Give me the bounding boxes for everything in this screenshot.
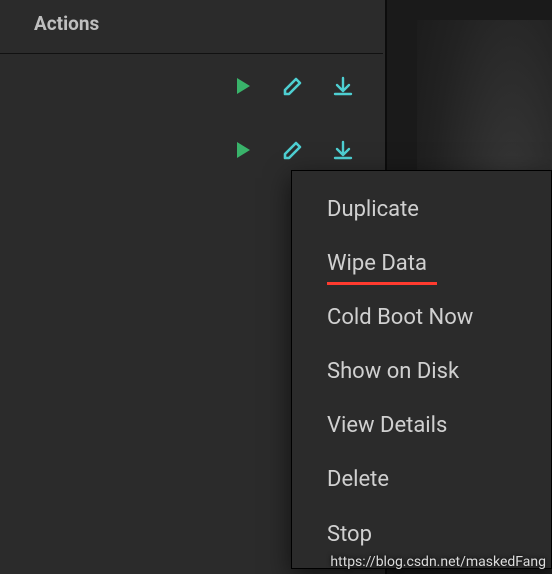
column-header-actions: Actions <box>0 0 383 53</box>
edit-icon[interactable] <box>281 138 305 162</box>
device-row <box>0 54 383 118</box>
context-menu: Duplicate Wipe Data Cold Boot Now Show o… <box>291 170 552 569</box>
menu-item-cold-boot-now[interactable]: Cold Boot Now <box>292 291 551 345</box>
download-icon[interactable] <box>331 74 355 98</box>
menu-item-duplicate[interactable]: Duplicate <box>292 183 551 237</box>
play-icon[interactable] <box>231 138 255 162</box>
menu-item-view-details[interactable]: View Details <box>292 399 551 453</box>
watermark: https://blog.csdn.net/maskedFang <box>330 554 546 570</box>
menu-item-delete[interactable]: Delete <box>292 453 551 507</box>
edit-icon[interactable] <box>281 74 305 98</box>
play-icon[interactable] <box>231 74 255 98</box>
menu-item-wipe-data[interactable]: Wipe Data <box>292 237 551 291</box>
download-icon[interactable] <box>331 138 355 162</box>
menu-item-show-on-disk[interactable]: Show on Disk <box>292 345 551 399</box>
